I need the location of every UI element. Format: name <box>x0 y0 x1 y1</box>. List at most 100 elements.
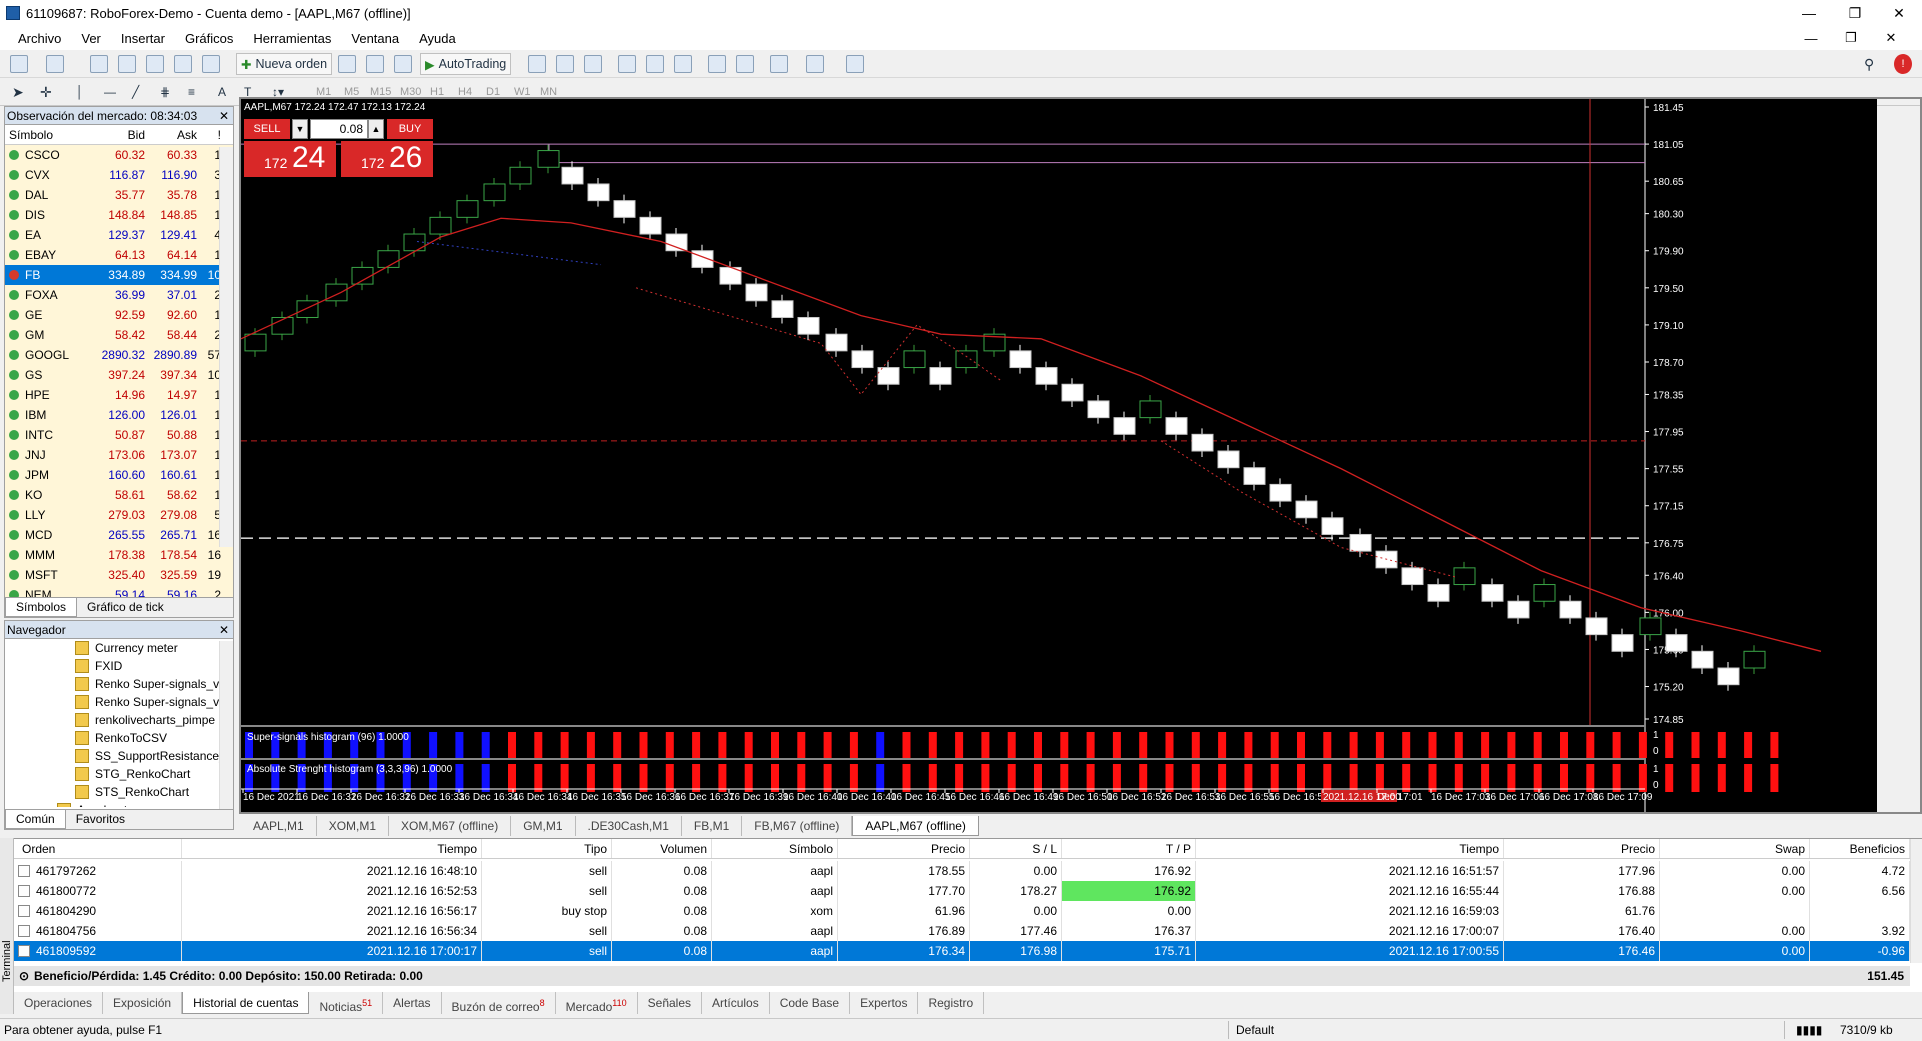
tab-favorites[interactable]: Favoritos <box>66 810 135 829</box>
lot-down-icon[interactable]: ▼ <box>292 119 308 139</box>
market-watch-icon[interactable] <box>90 55 108 73</box>
chart-shift-icon[interactable] <box>708 55 726 73</box>
tab-tick-chart[interactable]: Gráfico de tick <box>77 598 174 617</box>
new-chart-icon[interactable] <box>10 55 28 73</box>
terminal-tab[interactable]: Code Base <box>770 992 851 1014</box>
terminal-tab[interactable]: Buzón de correo8 <box>442 992 556 1014</box>
tab-common[interactable]: Común <box>5 810 66 829</box>
menu-ventana[interactable]: Ventana <box>341 31 409 46</box>
column-header[interactable]: Símbolo <box>712 839 838 858</box>
terminal-icon[interactable] <box>174 55 192 73</box>
market-watch-row[interactable]: JPM 160.60 160.61 1 <box>5 465 233 485</box>
text-icon[interactable]: A <box>218 82 226 102</box>
market-watch-row[interactable]: HPE 14.96 14.97 1 <box>5 385 233 405</box>
bar-chart-icon[interactable] <box>528 55 546 73</box>
fibonacci-icon[interactable]: ≡ <box>188 82 195 102</box>
menu-herramientas[interactable]: Herramientas <box>243 31 341 46</box>
lot-up-icon[interactable]: ▲ <box>368 119 384 139</box>
market-watch-row[interactable]: MCD 265.55 265.71 16 <box>5 525 233 545</box>
profiles-icon[interactable] <box>46 55 64 73</box>
table-row[interactable]: 461797262 2021.12.16 16:48:10 sell 0.08 aapl… <box>14 861 1910 881</box>
navigator-item[interactable]: Currency meter <box>5 639 233 657</box>
market-watch-row[interactable]: NEM 59.14 59.16 2 <box>5 585 233 597</box>
market-watch-row[interactable]: JNJ 173.06 173.07 1 <box>5 445 233 465</box>
col-symbol[interactable]: Símbolo <box>5 125 97 144</box>
terminal-tab[interactable]: Operaciones <box>14 992 104 1014</box>
vertical-line-icon[interactable]: │ <box>76 82 84 102</box>
signals-icon[interactable] <box>366 55 384 73</box>
market-watch-row[interactable]: DAL 35.77 35.78 1 <box>5 185 233 205</box>
market-watch-row[interactable]: GOOGL 2890.32 2890.89 57 <box>5 345 233 365</box>
chart-tab[interactable]: AAPL,M67 (offline) <box>852 816 979 836</box>
tab-symbols[interactable]: Símbolos <box>5 598 78 617</box>
navigator-item[interactable]: RenkoToCSV <box>5 729 233 747</box>
metaeditor-icon[interactable] <box>338 55 356 73</box>
table-row[interactable]: 461809592 2021.12.16 17:00:17 sell 0.08 aapl… <box>14 941 1910 961</box>
close-icon[interactable]: ✕ <box>219 107 229 125</box>
column-header[interactable]: S / L <box>970 839 1062 858</box>
menu-graficos[interactable]: Gráficos <box>175 31 243 46</box>
table-row[interactable]: 461804290 2021.12.16 16:56:17 buy stop 0.08… <box>14 901 1910 921</box>
mdi-restore-icon[interactable]: ❐ <box>1836 26 1866 50</box>
chart-tab[interactable]: AAPL,M1 <box>241 816 317 836</box>
tile-windows-icon[interactable] <box>674 55 692 73</box>
market-watch-row[interactable]: GE 92.59 92.60 1 <box>5 305 233 325</box>
navigator-icon[interactable] <box>146 55 164 73</box>
navigator-item[interactable]: Renko Super-signals_v3 <box>5 693 233 711</box>
candlestick-icon[interactable] <box>556 55 574 73</box>
close-button[interactable]: ✕ <box>1876 0 1922 26</box>
price-chart[interactable]: 181.45 181.05 180.65 180.30 179.90 179.50 179.… <box>241 99 1877 812</box>
market-icon[interactable] <box>394 55 412 73</box>
column-header[interactable]: Volumen <box>612 839 712 858</box>
col-ask[interactable]: Ask <box>149 125 201 144</box>
buy-price-box[interactable]: 172 26 <box>341 141 433 177</box>
table-row[interactable]: 461800772 2021.12.16 16:52:53 sell 0.08 aapl… <box>14 881 1910 901</box>
col-spread[interactable]: ! <box>201 125 223 144</box>
buy-button[interactable]: BUY <box>387 119 433 139</box>
restore-button[interactable]: ❐ <box>1832 0 1878 26</box>
navigator-item[interactable]: Accelerator <box>5 801 233 807</box>
tester-icon[interactable] <box>202 55 220 73</box>
line-chart-icon[interactable] <box>584 55 602 73</box>
indicators-icon[interactable] <box>770 55 788 73</box>
column-header[interactable]: T / P <box>1062 839 1196 858</box>
crosshair-icon[interactable]: ✛ <box>40 82 52 102</box>
chart-tab[interactable]: GM,M1 <box>511 816 576 836</box>
market-watch-row[interactable]: GM 58.42 58.44 2 <box>5 325 233 345</box>
column-header[interactable]: Tiempo <box>182 839 482 858</box>
sell-price-box[interactable]: 172 24 <box>244 141 336 177</box>
autoscroll-icon[interactable] <box>736 55 754 73</box>
column-header[interactable]: Beneficios <box>1810 839 1910 858</box>
horizontal-line-icon[interactable]: — <box>104 82 116 102</box>
close-icon[interactable]: ✕ <box>219 621 229 639</box>
terminal-tab[interactable]: Mercado110 <box>556 992 638 1014</box>
minimize-button[interactable]: — <box>1786 0 1832 26</box>
column-header[interactable]: Swap <box>1660 839 1810 858</box>
mdi-minimize-icon[interactable]: — <box>1796 26 1826 50</box>
terminal-scrollbar[interactable] <box>1910 839 1922 963</box>
channel-icon[interactable]: ⋕ <box>160 82 170 102</box>
new-order-button[interactable]: ✚ Nueva orden <box>236 53 333 75</box>
market-watch-row[interactable]: LLY 279.03 279.08 5 <box>5 505 233 525</box>
market-watch-row[interactable]: MSFT 325.40 325.59 19 <box>5 565 233 585</box>
trendline-icon[interactable]: ╱ <box>132 82 139 102</box>
col-bid[interactable]: Bid <box>97 125 149 144</box>
navigator-item[interactable]: FXID <box>5 657 233 675</box>
chart-tab[interactable]: FB,M1 <box>682 816 743 836</box>
menu-insertar[interactable]: Insertar <box>111 31 175 46</box>
cursor-icon[interactable]: ➤ <box>12 82 24 102</box>
navigator-item[interactable]: STG_RenkoChart <box>5 765 233 783</box>
market-watch-row[interactable]: CVX 116.87 116.90 3 <box>5 165 233 185</box>
column-header[interactable]: Precio <box>838 839 970 858</box>
data-window-icon[interactable] <box>118 55 136 73</box>
notifications-icon[interactable]: ! <box>1894 54 1912 74</box>
terminal-tab[interactable]: Exposición <box>103 992 183 1014</box>
column-header[interactable]: Orden <box>14 839 182 858</box>
menu-ayuda[interactable]: Ayuda <box>409 31 466 46</box>
terminal-tab[interactable]: Noticias51 <box>309 992 384 1014</box>
navigator-scrollbar[interactable] <box>219 641 233 809</box>
market-watch-row[interactable]: INTC 50.87 50.88 1 <box>5 425 233 445</box>
terminal-tab[interactable]: Historial de cuentas <box>182 992 310 1014</box>
sell-button[interactable]: SELL <box>244 119 290 139</box>
table-row[interactable]: 461804756 2021.12.16 16:56:34 sell 0.08 aapl… <box>14 921 1910 941</box>
